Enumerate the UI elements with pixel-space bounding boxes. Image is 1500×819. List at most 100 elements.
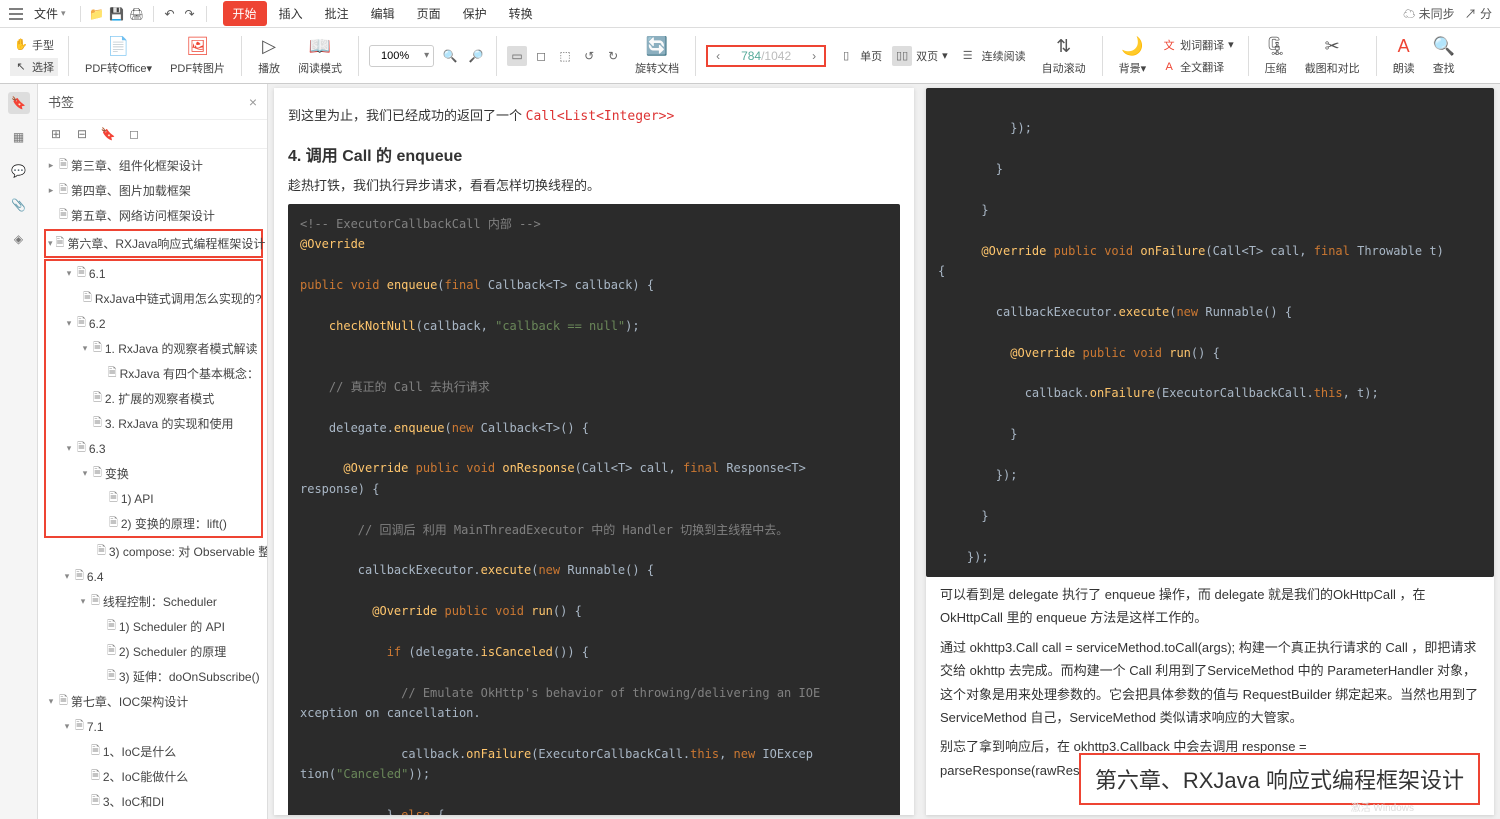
save-icon[interactable]: 💾 [109, 6, 125, 22]
tab-convert[interactable]: 转换 [499, 1, 543, 26]
auto-scroll[interactable]: ⇅自动滚动 [1036, 34, 1092, 78]
menubar: 文件▾ 📁 💾 🖨 ↶ ↷ 开始 插入 批注 编辑 页面 保护 转换 ☁ 未同步… [0, 0, 1500, 28]
page-left: 到这里为止，我们已经成功的返回了一个 Call<List<Integer>> 4… [274, 88, 914, 815]
toolbar: ✋手型 ↖选择 📄PDF转Office▾ 🖼PDF转图片 ▷播放 📖阅读模式 ▾… [0, 28, 1500, 84]
bookmark-item[interactable]: ▾🗎第七章、IOC架构设计 [44, 689, 267, 714]
double-page-icon[interactable]: ▯▯ [892, 46, 912, 66]
bookmark-item[interactable]: ▸🗎第四章、图片加载框架 [44, 178, 267, 203]
play-button[interactable]: ▷播放 [252, 34, 286, 78]
rotate-right-icon[interactable]: ↻ [603, 46, 623, 66]
bookmark-item[interactable]: ▾🗎1. RxJava 的观察者模式解读 [46, 336, 261, 361]
select-tool[interactable]: ↖选择 [10, 58, 58, 76]
bookmark-item[interactable]: 🗎2) Scheduler 的原理 [44, 639, 267, 664]
bookmark-icon[interactable]: 🔖 [8, 92, 30, 114]
tab-insert[interactable]: 插入 [269, 1, 313, 26]
text-line: 到这里为止，我们已经成功的返回了一个 Call<List<Integer>> [288, 104, 900, 128]
attachment-icon[interactable]: 📎 [8, 194, 30, 216]
thumbnail-icon[interactable]: ▦ [8, 126, 30, 148]
menu-hamburger-icon[interactable] [8, 6, 24, 22]
next-page-icon[interactable]: › [808, 49, 820, 63]
bookmark-item[interactable]: 🗎1) Scheduler 的 API [44, 614, 267, 639]
read-mode[interactable]: 📖阅读模式 [292, 34, 348, 78]
bookmark-item[interactable]: 🗎2、IoC能做什么 [44, 764, 267, 789]
print-icon[interactable]: 🖨 [129, 6, 145, 22]
background-button[interactable]: 🌙背景▾ [1113, 34, 1153, 78]
zoom-input[interactable] [370, 50, 420, 62]
fit-page-icon[interactable]: ◻ [531, 46, 551, 66]
bookmark-item[interactable]: 🗎3) 延伸：doOnSubscribe() [44, 664, 267, 689]
ribbon-bookmark-icon[interactable]: ◻ [126, 126, 142, 142]
document-viewport[interactable]: 到这里为止，我们已经成功的返回了一个 Call<List<Integer>> 4… [268, 84, 1500, 819]
crop-compare[interactable]: ✂截图和对比 [1299, 34, 1366, 78]
continuous-icon[interactable]: ☰ [958, 46, 978, 66]
bookmark-item[interactable]: ▾🗎6.4 [44, 564, 267, 589]
bookmark-item[interactable]: ▸🗎第三章、组件化框架设计 [44, 153, 267, 178]
add-bookmark-icon[interactable]: 🔖 [100, 126, 116, 142]
bookmark-item[interactable]: ▾🗎线程控制：Scheduler [44, 589, 267, 614]
tab-page[interactable]: 页面 [407, 1, 451, 26]
close-panel-icon[interactable]: × [249, 94, 257, 110]
tab-protect[interactable]: 保护 [453, 1, 497, 26]
section-heading: 4. 调用 Call 的 enqueue [288, 142, 900, 166]
ribbon-tabs: 开始 插入 批注 编辑 页面 保护 转换 [223, 1, 543, 26]
find-button[interactable]: 🔍查找 [1427, 34, 1461, 78]
word-translate[interactable]: 文划词翻译▾ [1158, 36, 1238, 54]
bookmark-item[interactable]: ▾🗎6.2 [46, 311, 261, 336]
bookmark-item[interactable]: ▾🗎6.3 [46, 436, 261, 461]
bookmark-item[interactable]: ▾🗎6.1 [46, 261, 261, 286]
zoom-control[interactable]: ▾ [369, 45, 434, 67]
bookmark-item[interactable]: 🗎3. RxJava 的实现和使用 [46, 411, 261, 436]
bookmark-item[interactable]: 🗎2) 变换的原理：lift() [46, 511, 261, 536]
read-aloud[interactable]: A朗读 [1387, 34, 1421, 78]
bookmark-item[interactable]: 🗎RxJava中链式调用怎么实现的? [46, 286, 261, 311]
undo-icon[interactable]: ↶ [162, 6, 178, 22]
sync-status[interactable]: ☁ 未同步 [1403, 5, 1454, 22]
bookmark-item[interactable]: 🗎3) compose: 对 Observable 整体的变换 [44, 539, 267, 564]
rotate-left-icon[interactable]: ↺ [579, 46, 599, 66]
tab-edit[interactable]: 编辑 [361, 1, 405, 26]
redo-icon[interactable]: ↷ [182, 6, 198, 22]
bookmark-item[interactable]: ▾🗎第六章、RXJava响应式编程框架设计 [46, 231, 261, 256]
compress-button[interactable]: 🗜压缩 [1259, 34, 1293, 78]
share-button[interactable]: ↗ 分 [1465, 5, 1492, 22]
bookmark-item[interactable]: 🗎3、IoC和DI [44, 789, 267, 814]
rotate-doc[interactable]: 🔄旋转文档 [629, 34, 685, 78]
tab-start[interactable]: 开始 [223, 1, 267, 26]
expand-all-icon[interactable]: ⊞ [48, 126, 64, 142]
bookmark-item[interactable]: 🗎第五章、网络访问框架设计 [44, 203, 267, 228]
bookmark-item[interactable]: ▾🗎变换 [46, 461, 261, 486]
bookmark-item[interactable]: 🗎2. 扩展的观察者模式 [46, 386, 261, 411]
zoom-out-icon[interactable]: 🔍 [440, 46, 460, 66]
zoom-in-icon[interactable]: 🔎 [466, 46, 486, 66]
bookmark-title: 书签 [48, 92, 249, 111]
bookmark-tree[interactable]: ▸🗎第三章、组件化框架设计▸🗎第四章、图片加载框架🗎第五章、网络访问框架设计 ▾🗎… [38, 149, 267, 819]
continuous-label: 连续阅读 [982, 48, 1026, 64]
page-navigator[interactable]: ‹ 784/1042 › [706, 45, 826, 67]
chapter-badge: 第六章、RXJava 响应式编程框架设计 [1079, 753, 1480, 805]
text-para: 通过 okhttp3.Call call = serviceMethod.toC… [940, 636, 1480, 730]
bookmark-item[interactable]: 🗎1) API [46, 486, 261, 511]
windows-watermark: 激活 Windows [1351, 799, 1414, 814]
main-area: 🔖 ▦ 💬 📎 ◈ 书签 × ⊞ ⊟ 🔖 ◻ ▸🗎第三章、组件化框架设计▸🗎第四… [0, 84, 1500, 819]
layer-icon[interactable]: ◈ [8, 228, 30, 250]
fit-width-icon[interactable]: ▭ [507, 46, 527, 66]
tab-annotate[interactable]: 批注 [315, 1, 359, 26]
bookmark-item[interactable]: ▸🗎7.2 ButterKnife原理 [44, 814, 267, 819]
bookmark-item[interactable]: ▾🗎7.1 [44, 714, 267, 739]
full-translate[interactable]: A全文翻译 [1158, 58, 1238, 76]
file-menu[interactable]: 文件▾ [28, 3, 72, 24]
collapse-all-icon[interactable]: ⊟ [74, 126, 90, 142]
bookmark-item[interactable]: 🗎1、IoC是什么 [44, 739, 267, 764]
comment-icon[interactable]: 💬 [8, 160, 30, 182]
hand-tool[interactable]: ✋手型 [10, 36, 58, 54]
text-line: 趁热打铁，我们执行异步请求，看看怎样切换线程的。 [288, 174, 900, 197]
single-page-icon[interactable]: ▯ [836, 46, 856, 66]
prev-page-icon[interactable]: ‹ [712, 49, 724, 63]
actual-size-icon[interactable]: ⬚ [555, 46, 575, 66]
bookmark-item[interactable]: 🗎RxJava 有四个基本概念： [46, 361, 261, 386]
pdf-to-office[interactable]: 📄PDF转Office▾ [79, 34, 158, 78]
text-para: 可以看到是 delegate 执行了 enqueue 操作，而 delegate… [940, 583, 1480, 630]
open-icon[interactable]: 📁 [89, 6, 105, 22]
pdf-to-image[interactable]: 🖼PDF转图片 [164, 34, 231, 78]
page-current-input[interactable]: 784/1042 [726, 49, 806, 63]
